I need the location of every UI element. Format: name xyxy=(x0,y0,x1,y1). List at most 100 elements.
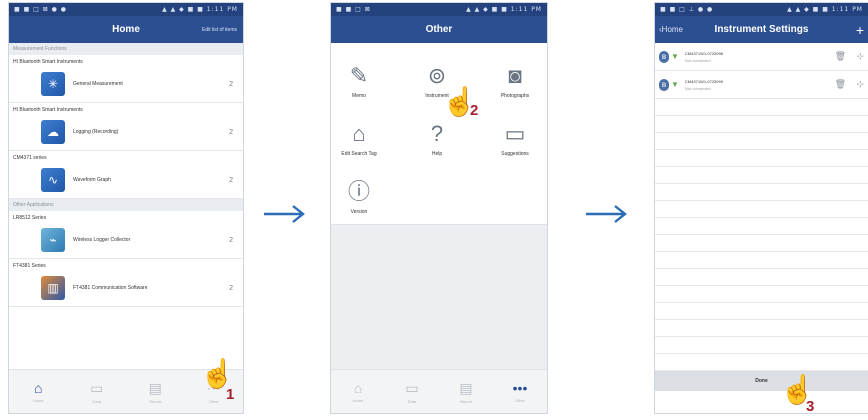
list-item[interactable]: LR8512 Series ⌁ Wireless Logger Collecto… xyxy=(9,211,243,259)
status-right: ▲ ▲ ◆ ■ ■ 1:11 PM xyxy=(466,6,542,13)
app-count: 2 xyxy=(229,176,233,184)
status-left: ■ ■ □ ⊠ ● ● xyxy=(14,6,68,13)
info-icon: ⓘ xyxy=(347,179,370,204)
folder-icon: ▭ xyxy=(405,379,419,396)
add-icon[interactable]: + xyxy=(856,22,864,38)
menu-item-suggestions[interactable]: ▭ Suggestions xyxy=(487,121,543,157)
list-item[interactable]: HI Bluetooth Smart Instruments ☁ Logging… xyxy=(9,103,243,151)
tab-label: Report xyxy=(149,398,162,404)
instrument-status: Not connected xyxy=(684,57,711,63)
menu-item-label: Help xyxy=(431,151,443,157)
chat-icon: ▭ xyxy=(504,121,526,146)
instrument-settings-header: ‹Home Instrument Settings + xyxy=(655,16,868,43)
tab-home[interactable]: ⌂ Home xyxy=(331,370,385,413)
home-icon: ⌂ xyxy=(34,380,43,396)
home-header: Home Edit list of items xyxy=(9,16,243,43)
trash-icon[interactable]: 🗑 xyxy=(835,79,846,90)
tab-label: Report xyxy=(459,398,472,404)
settings-hub-icon[interactable]: ⊹ xyxy=(856,79,864,90)
status-bar: ■ ■ □ ⊠ ▲ ▲ ◆ ■ ■ 1:11 PM xyxy=(331,3,547,16)
more-icon: ••• xyxy=(512,380,528,396)
signal-icon: ▼ xyxy=(671,80,679,89)
tab-data[interactable]: ▭ Data xyxy=(385,370,439,413)
camera-icon: ◙ xyxy=(508,63,522,88)
menu-item-label: Memo xyxy=(352,93,366,99)
instrument-status: Not connected xyxy=(684,85,711,91)
step-number: 2 xyxy=(470,102,479,119)
page-title: Instrument Settings xyxy=(714,24,809,35)
back-button[interactable]: ‹Home xyxy=(659,25,683,34)
page-title: Home xyxy=(112,24,140,35)
communication-software-icon: ▥ xyxy=(41,276,65,300)
group-title: FT4381 Series xyxy=(13,263,46,269)
status-bar: ■ ■ □ ⊠ ● ● ▲ ▲ ◆ ■ ■ 1:11 PM xyxy=(9,3,243,16)
bluetooth-icon: ʙ xyxy=(659,50,669,63)
section-header-other: Other Applications xyxy=(9,199,243,211)
tab-label: Data xyxy=(92,398,101,404)
tag-icon: ⌂ xyxy=(352,121,366,146)
tab-label: Other xyxy=(208,398,219,404)
menu-item-version[interactable]: ⓘ Version xyxy=(331,179,387,215)
group-title: CM4371 series xyxy=(13,155,47,161)
home-screen: ■ ■ □ ⊠ ● ● ▲ ▲ ◆ ■ ■ 1:11 PM Home Edit … xyxy=(8,2,244,414)
tab-home[interactable]: ⌂ Home xyxy=(9,370,68,413)
document-icon: ▤ xyxy=(459,379,473,396)
app-label: Waveform Graph xyxy=(73,177,111,183)
other-screen: ■ ■ □ ⊠ ▲ ▲ ◆ ■ ■ 1:11 PM Other ✎ Memo ⊚… xyxy=(330,2,548,414)
menu-item-memo[interactable]: ✎ Memo xyxy=(331,63,387,99)
status-left: ■ ■ □ ⊥ ● ● xyxy=(660,6,714,13)
instrument-id: CM4371W1-0723099 xyxy=(684,78,723,84)
menu-item-edit-search-tag[interactable]: ⌂ Edit Search Tag xyxy=(331,121,387,157)
arrow-right-icon xyxy=(586,205,627,223)
list-item[interactable]: FT4381 Series ▥ FT4381 Communication Sof… xyxy=(9,259,243,307)
tab-label: Other xyxy=(514,398,525,403)
group-title: HI Bluetooth Smart Instruments xyxy=(13,107,83,113)
menu-item-photographs[interactable]: ◙ Photographs xyxy=(487,63,543,99)
group-title: HI Bluetooth Smart Instruments xyxy=(13,59,83,65)
pencil-icon: ✎ xyxy=(349,63,369,88)
wireless-logger-icon: ⌁ xyxy=(41,228,65,252)
tab-other[interactable]: ••• Other xyxy=(493,370,547,413)
done-button[interactable]: Done xyxy=(755,378,768,384)
signal-icon: ▼ xyxy=(671,52,679,61)
section-header-measurement: Measurement Functions xyxy=(9,43,243,55)
document-icon: ▤ xyxy=(148,379,162,396)
app-count: 2 xyxy=(229,80,233,88)
instrument-id: CM4371W1-0723098 xyxy=(684,50,723,56)
app-count: 2 xyxy=(229,284,233,292)
list-item[interactable]: HI Bluetooth Smart Instruments ✳ General… xyxy=(9,55,243,103)
group-title: LR8512 Series xyxy=(13,215,47,221)
status-bar: ■ ■ □ ⊥ ● ● ▲ ▲ ◆ ■ ■ 1:11 PM xyxy=(655,3,868,16)
tab-bar: ⌂ Home ▭ Data ▤ Report ••• Other xyxy=(331,369,547,413)
settings-hub-icon[interactable]: ⊹ xyxy=(856,51,864,62)
trash-icon[interactable]: 🗑 xyxy=(835,51,846,62)
app-label: Logging (Recording) xyxy=(73,129,119,135)
tab-label: Data xyxy=(407,398,417,404)
tab-report[interactable]: ▤ Report xyxy=(126,370,185,413)
empty-list-area xyxy=(655,99,868,377)
tab-label: Home xyxy=(32,398,44,403)
step-number: 1 xyxy=(226,386,235,403)
menu-item-help[interactable]: ? Help xyxy=(409,121,465,157)
help-icon: ? xyxy=(430,121,444,146)
pointing-hand-icon: ☝ xyxy=(200,358,235,389)
app-count: 2 xyxy=(229,236,233,244)
step-number: 3 xyxy=(806,398,815,415)
other-header: Other xyxy=(331,16,547,43)
status-right: ▲ ▲ ◆ ■ ■ 1:11 PM xyxy=(787,6,863,13)
other-menu-grid: ✎ Memo ⊚ Instrument ◙ Photographs ⌂ Edit… xyxy=(331,43,547,225)
edit-list-button[interactable]: Edit list of items xyxy=(202,27,237,33)
menu-item-label: Edit Search Tag xyxy=(341,151,377,157)
tab-label: Home xyxy=(352,398,364,403)
instrument-row[interactable]: ʙ ▼ CM4371W1-0723098 Not connected 🗑 ⊹ xyxy=(655,43,868,71)
folder-icon: ▭ xyxy=(90,379,104,396)
instrument-row[interactable]: ʙ ▼ CM4371W1-0723099 Not connected 🗑 ⊹ xyxy=(655,71,868,99)
app-label: FT4381 Communication Software xyxy=(73,285,148,291)
app-count: 2 xyxy=(229,128,233,136)
tab-data[interactable]: ▭ Data xyxy=(68,370,127,413)
menu-item-label: Version xyxy=(350,209,368,215)
list-item[interactable]: CM4371 series ∿ Waveform Graph 2 xyxy=(9,151,243,199)
app-label: General Measurement xyxy=(73,81,123,87)
tab-report[interactable]: ▤ Report xyxy=(439,370,493,413)
done-bar: Done xyxy=(655,371,868,391)
